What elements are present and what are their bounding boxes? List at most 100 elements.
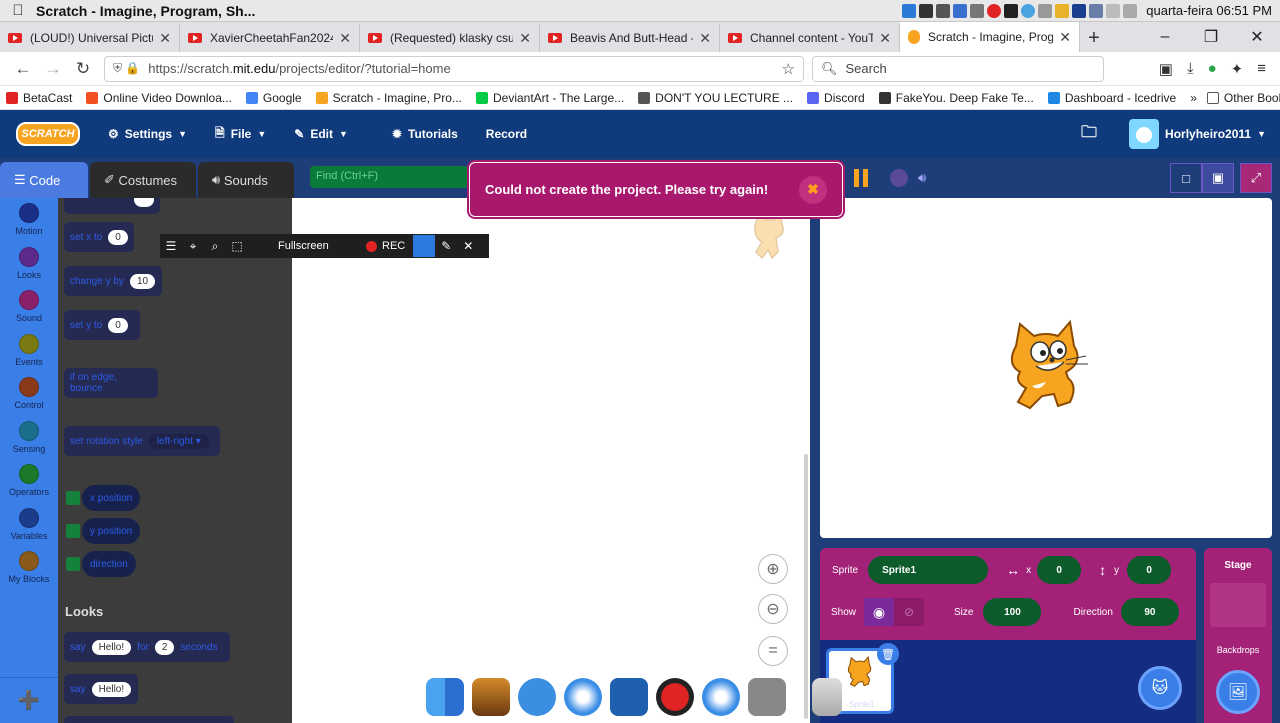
file-menu[interactable]: 🗎︎ File ▼	[215, 124, 266, 145]
cat-sprite[interactable]	[996, 316, 1096, 416]
x-position-checkbox[interactable]	[66, 491, 80, 505]
say-block[interactable]: say Hello!	[64, 674, 138, 704]
say-for-block[interactable]: say Hello! for 2 seconds	[64, 632, 230, 662]
category-control[interactable]: Control	[0, 372, 58, 416]
system-preferences-icon[interactable]	[748, 677, 786, 716]
add-extension-button[interactable]: ➕	[0, 677, 58, 723]
category-motion[interactable]: Motion	[0, 198, 58, 242]
shield-icon[interactable]: ⛨ 🔒	[113, 61, 140, 76]
direction-input[interactable]: 90	[1120, 598, 1179, 626]
tray-app-icon[interactable]	[902, 3, 917, 18]
folder-icon[interactable]: 🗀︎	[1081, 121, 1097, 148]
size-input[interactable]: 100	[983, 598, 1042, 626]
browser-tab[interactable]: XavierCheetahFan2024 (F✕	[180, 24, 360, 52]
close-icon[interactable]: ✕	[699, 30, 711, 47]
download-icon[interactable]: ⤓	[1187, 60, 1194, 78]
zoom-in-button[interactable]: ⊕	[758, 554, 788, 584]
zoom-reset-button[interactable]: =	[758, 636, 788, 666]
tray-app-icon[interactable]	[1004, 3, 1019, 18]
webcam-icon[interactable]	[413, 235, 436, 257]
tray-app-icon[interactable]	[1021, 3, 1036, 18]
crop-icon[interactable]: ⌖	[182, 239, 204, 254]
rec-button[interactable]: REC	[366, 240, 405, 252]
stage-panel[interactable]: Stage Backdrops 🖼︎	[1204, 548, 1272, 723]
record-button[interactable]: Record	[486, 127, 527, 141]
pocket-icon[interactable]: ▣	[1159, 60, 1173, 78]
close-icon[interactable]: ✕	[159, 30, 171, 47]
small-stage-button[interactable]: □	[1170, 163, 1202, 193]
find-input[interactable]: Find (Ctrl+F)	[310, 166, 468, 188]
tray-app-icon[interactable]	[919, 3, 934, 18]
trash-icon[interactable]: 🗑︎	[877, 643, 899, 665]
category-looks[interactable]: Looks	[0, 242, 58, 286]
volume-icon[interactable]	[1123, 3, 1138, 18]
close-icon[interactable]: ✕	[519, 30, 531, 47]
tab-code[interactable]: ☰ Code	[0, 162, 88, 198]
pause-icon[interactable]	[854, 169, 872, 187]
fullscreen-button[interactable]: ⤢	[1240, 163, 1272, 193]
forward-icon[interactable]: →	[38, 59, 68, 79]
movie-icon[interactable]	[610, 677, 648, 716]
bookmark-item[interactable]: BetaCast	[6, 91, 72, 105]
new-tab-button[interactable]: +	[1080, 24, 1108, 52]
restore-icon[interactable]: ❐	[1188, 27, 1234, 47]
tray-app-icon[interactable]	[936, 3, 951, 18]
finder-icon[interactable]	[426, 677, 464, 716]
add-sprite-button[interactable]: 🐱︎	[1138, 666, 1182, 710]
other-bookmarks[interactable]: Other Bookmarks	[1206, 91, 1280, 105]
close-icon[interactable]: ✕	[1059, 29, 1071, 46]
category-operators[interactable]: Operators	[0, 459, 58, 503]
network-icon[interactable]	[702, 677, 740, 716]
browser-tab[interactable]: Beavis And Butt-Head - P ✕	[540, 24, 720, 52]
show-eye-icon[interactable]: ◉	[864, 598, 895, 626]
close-icon[interactable]: ✕	[879, 30, 891, 47]
rotation-style-block[interactable]: set rotation style left-right ▾	[64, 426, 220, 456]
close-alert-button[interactable]: ✖	[799, 175, 827, 204]
tray-app-icon[interactable]	[1072, 3, 1087, 18]
extension-icon[interactable]: ●	[1208, 60, 1217, 78]
y-position-checkbox[interactable]	[66, 524, 80, 538]
stage-thumbnail[interactable]	[1210, 583, 1266, 627]
y-position-reporter[interactable]: y position	[82, 518, 141, 544]
scratch-logo[interactable]: SCRATCH	[16, 122, 80, 146]
bookmark-item[interactable]: Scratch - Imagine, Pro...	[315, 91, 462, 105]
minimize-icon[interactable]: –	[1142, 28, 1188, 46]
search-input[interactable]: 🔍︎ Search	[812, 55, 1104, 82]
url-bar[interactable]: ⛨ 🔒 https://scratch. mit.edu/projects/edi…	[104, 55, 804, 82]
tutorials-button[interactable]: ✹ Tutorials	[392, 127, 458, 141]
y-position-input[interactable]: 0	[1127, 556, 1172, 584]
tab-costumes[interactable]: ✐ Costumes	[90, 162, 196, 198]
tab-sounds[interactable]: 🔊︎ Sounds	[198, 162, 294, 198]
close-window-icon[interactable]: ✕	[1234, 27, 1280, 47]
settings-menu[interactable]: ⚙ Settings ▼	[108, 127, 187, 141]
browser-tab[interactable]: Channel content - YouTu ✕	[720, 24, 900, 52]
menu-icon[interactable]: ≡	[1257, 60, 1266, 78]
bookmark-item[interactable]: DeviantArt - The Large...	[475, 91, 624, 105]
music-icon[interactable]	[518, 677, 556, 716]
category-variables[interactable]: Variables	[0, 503, 58, 547]
change-y-block[interactable]: change y by 10	[64, 266, 162, 296]
tray-app-icon[interactable]	[1055, 3, 1070, 18]
stop-button[interactable]	[890, 169, 908, 187]
bookmark-item[interactable]: Dashboard - Icedrive	[1047, 91, 1176, 105]
stage[interactable]	[820, 198, 1272, 538]
edit-menu[interactable]: ✎ Edit ▼	[294, 127, 348, 141]
tray-app-icon[interactable]	[1106, 3, 1121, 18]
select-region-icon[interactable]: ⬚	[226, 239, 248, 253]
trash-icon[interactable]	[812, 677, 842, 716]
menu-icon[interactable]: ☰	[160, 239, 182, 253]
puzzle-icon[interactable]: ✦	[1231, 60, 1244, 78]
chevron-right-icon[interactable]: »	[1190, 91, 1197, 105]
reload-icon[interactable]: ↻	[68, 59, 98, 79]
sprite-name-input[interactable]: Sprite1	[868, 556, 989, 584]
pen-icon[interactable]: ✎	[435, 239, 457, 253]
rotation-style-dropdown[interactable]: left-right ▾	[148, 433, 209, 449]
tray-record-icon[interactable]	[987, 3, 1002, 18]
script-area[interactable]: ⊕ ⊖ =	[292, 198, 810, 723]
motion-block[interactable]	[64, 198, 160, 214]
bookmark-item[interactable]: DON'T YOU LECTURE ...	[638, 91, 793, 105]
browser-tab[interactable]: (LOUD!) Universal Picture✕	[0, 24, 180, 52]
hide-eye-icon[interactable]: ⊘	[894, 598, 924, 626]
tray-app-icon[interactable]	[1038, 3, 1053, 18]
safari-icon[interactable]	[564, 677, 602, 716]
